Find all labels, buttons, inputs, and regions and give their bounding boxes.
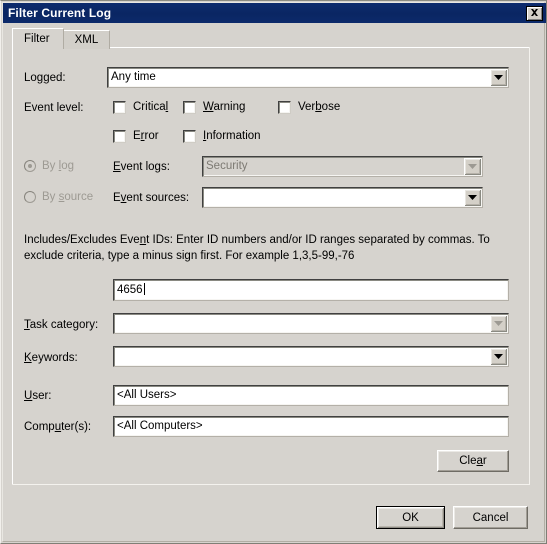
event-logs-combobox[interactable]: Security [202, 156, 483, 177]
window-title: Filter Current Log [8, 6, 112, 20]
checkbox-error-label: Error [133, 130, 159, 142]
close-icon [531, 9, 538, 16]
tab-xml-label: XML [74, 34, 99, 46]
checkbox-verbose[interactable]: Verbose [278, 100, 340, 114]
computers-input-value: <All Computers> [117, 420, 203, 432]
checkbox-critical[interactable]: Critical [113, 100, 168, 114]
checkbox-verbose-box[interactable] [278, 100, 291, 114]
checkbox-warning[interactable]: Warning [183, 100, 245, 114]
clear-button[interactable]: Clear [437, 450, 509, 472]
checkbox-warning-box[interactable] [183, 100, 196, 114]
task-category-label: Task category: [24, 319, 99, 331]
task-category-combobox[interactable] [113, 313, 509, 334]
chevron-down-icon [494, 75, 503, 80]
checkbox-information[interactable]: Information [183, 129, 261, 143]
radio-by-log-label: By log [42, 160, 74, 172]
event-sources-label: Event sources: [113, 192, 190, 204]
logged-label: Logged: [24, 72, 66, 84]
checkbox-verbose-label: Verbose [298, 101, 341, 113]
checkbox-information-box[interactable] [183, 129, 196, 143]
event-ids-instructions-line2: exclude criteria, type a minus sign firs… [24, 250, 355, 262]
user-label: User: [24, 390, 52, 402]
logged-combobox-value: Any time [111, 71, 156, 83]
close-button[interactable] [526, 5, 543, 21]
keywords-combobox-value [114, 347, 490, 366]
event-sources-combobox-value [203, 188, 464, 207]
checkbox-information-label: Information [203, 130, 261, 142]
filter-tab-panel: Logged: Any time Event level: Critical W… [12, 47, 530, 485]
tab-xml[interactable]: XML [62, 30, 111, 49]
chevron-down-icon [468, 164, 477, 169]
event-ids-input[interactable]: 4656 [113, 279, 509, 301]
tab-filter[interactable]: Filter [12, 28, 64, 49]
event-logs-dropdown-arrow[interactable] [464, 158, 481, 175]
keywords-combobox[interactable] [113, 346, 509, 367]
computers-label: Computer(s): [24, 421, 92, 433]
event-level-label: Event level: [24, 102, 84, 114]
radio-by-source-label: By source [42, 191, 94, 203]
chevron-down-icon [494, 354, 503, 359]
checkbox-error[interactable]: Error [113, 129, 159, 143]
filter-current-log-dialog: Filter Current Log Filter XML Logged: An… [0, 0, 547, 544]
radio-by-log[interactable]: By log [24, 159, 74, 173]
tab-strip: Filter XML [12, 28, 111, 49]
checkbox-critical-box[interactable] [113, 100, 126, 114]
cancel-button-label: Cancel [472, 511, 509, 524]
title-bar[interactable]: Filter Current Log [3, 3, 546, 23]
radio-by-log-button[interactable] [24, 160, 36, 172]
clear-button-label: Clear [459, 455, 487, 467]
user-input[interactable]: <All Users> [113, 385, 509, 406]
text-caret [143, 283, 145, 295]
event-ids-instructions: Includes/Excludes Event IDs: Enter ID nu… [24, 232, 518, 264]
event-ids-instructions-line1: Includes/Excludes Event IDs: Enter ID nu… [24, 234, 490, 246]
ok-button[interactable]: OK [376, 506, 445, 529]
logged-dropdown-arrow[interactable] [490, 69, 507, 86]
cancel-button[interactable]: Cancel [453, 506, 528, 529]
checkbox-warning-label: Warning [203, 101, 246, 113]
user-input-value: <All Users> [117, 389, 177, 401]
chevron-down-icon [494, 321, 503, 326]
ok-button-label: OK [402, 511, 419, 524]
event-sources-dropdown-arrow[interactable] [464, 189, 481, 206]
event-sources-combobox[interactable] [202, 187, 483, 208]
checkbox-error-box[interactable] [113, 129, 126, 143]
task-category-dropdown-arrow[interactable] [490, 315, 507, 332]
tab-filter-label: Filter [24, 33, 50, 45]
chevron-down-icon [468, 195, 477, 200]
computers-input[interactable]: <All Computers> [113, 416, 509, 437]
keywords-label: Keywords: [24, 352, 78, 364]
radio-by-source-button[interactable] [24, 191, 36, 203]
event-logs-label: Event logs: [113, 161, 170, 173]
radio-by-source[interactable]: By source [24, 190, 93, 204]
keywords-dropdown-arrow[interactable] [490, 348, 507, 365]
checkbox-critical-label: Critical [133, 101, 169, 113]
task-category-combobox-value [114, 314, 490, 333]
logged-combobox[interactable]: Any time [107, 67, 509, 88]
event-logs-combobox-value: Security [206, 160, 248, 172]
event-ids-input-value: 4656 [117, 284, 143, 296]
